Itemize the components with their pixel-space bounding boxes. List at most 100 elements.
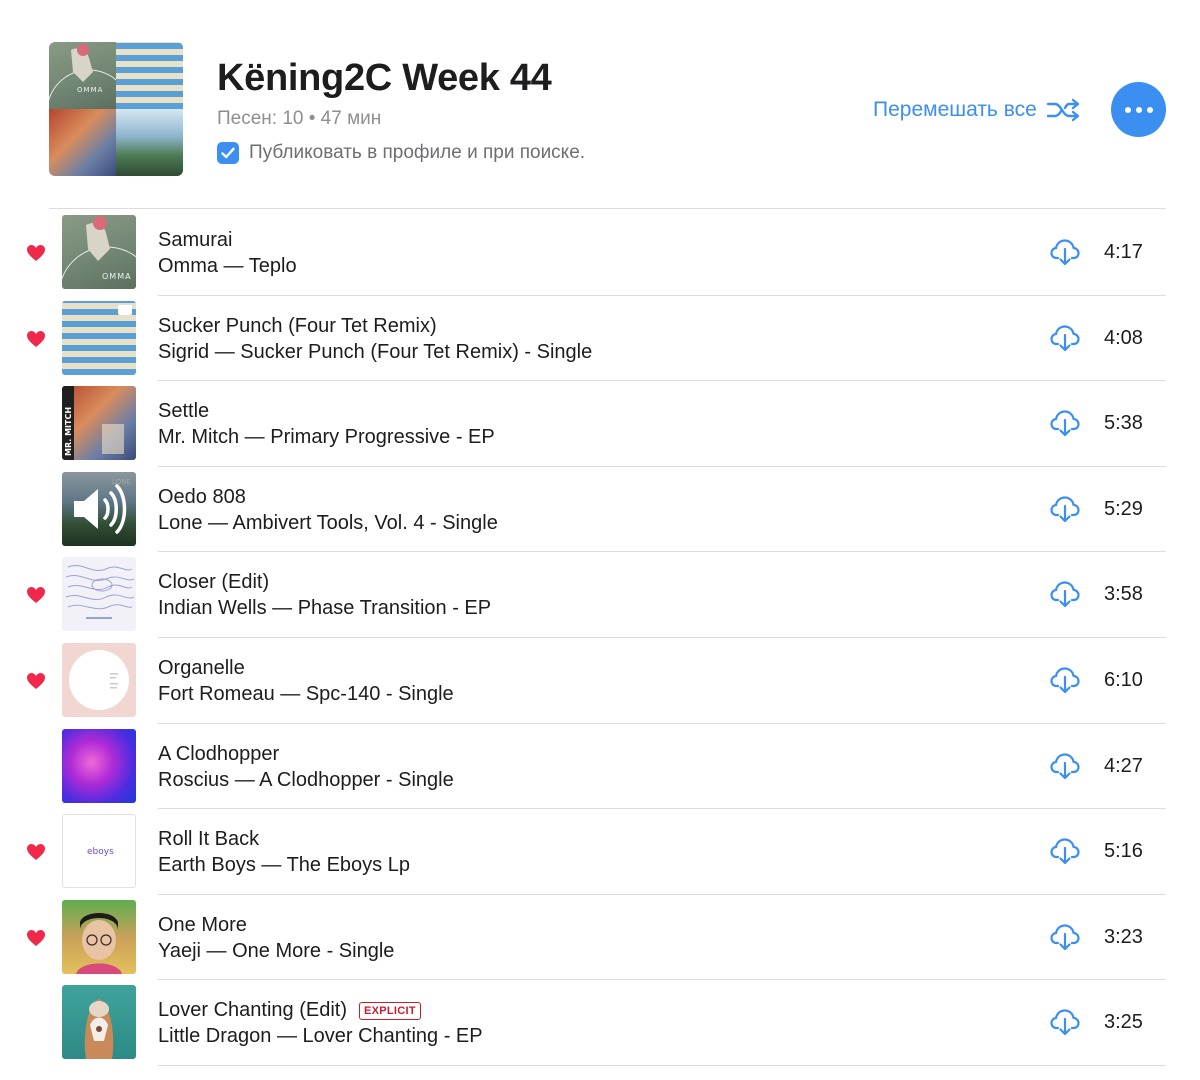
track-artist-album: Omma — Teplo: [158, 255, 297, 277]
ellipsis-dot: [1135, 106, 1142, 113]
download-cloud-icon[interactable]: [1050, 495, 1080, 523]
checkmark-icon: [221, 147, 235, 159]
track-title-text: Settle: [158, 400, 210, 423]
track-row[interactable]: Lover Chanting (Edit) EXPLICIT Little Dr…: [0, 980, 1200, 1066]
more-options-button[interactable]: [1111, 82, 1166, 137]
track-title: Closer (Edit): [158, 571, 269, 594]
track-title-text: Lover Chanting (Edit): [158, 999, 347, 1022]
track-title: Roll It Back: [158, 828, 259, 851]
album-art-roscius: [62, 728, 136, 803]
track-duration: 5:16: [1104, 840, 1143, 863]
loved-heart-icon[interactable]: [26, 586, 46, 604]
track-artist-album: Earth Boys — The Eboys Lp: [158, 854, 410, 877]
track-row[interactable]: OMMA Samurai Omma — Teplo 4:17: [0, 210, 1200, 296]
loved-heart-icon[interactable]: [26, 244, 46, 262]
track-artist-album: Roscius — A Clodhopper - Single: [158, 768, 454, 791]
album-art-earth-boys: eboys: [62, 814, 136, 889]
ellipsis-icon: [1124, 106, 1131, 113]
track-duration: 3:23: [1104, 925, 1143, 948]
track-artist-album: Yaeji — One More - Single: [158, 939, 395, 962]
track-title-text: Closer (Edit): [158, 571, 270, 594]
track-artist-album: Sigrid — Sucker Punch (Four Tet Remix) -…: [158, 340, 593, 363]
header-divider: [49, 208, 1166, 209]
track-title: Organelle: [158, 657, 245, 680]
track-title-text: A Clodhopper: [158, 742, 280, 765]
album-art-omma: OMMA: [62, 215, 136, 289]
track-row[interactable]: One More Yaeji — One More - Single 3:23: [0, 895, 1200, 981]
svg-text:OMMA: OMMA: [77, 86, 103, 94]
download-cloud-icon[interactable]: [1050, 923, 1080, 951]
track-title-text: Organelle: [158, 656, 245, 679]
download-cloud-icon[interactable]: [1050, 409, 1080, 437]
track-artist-album: Little Dragon — Lover Chanting - EP: [158, 1025, 483, 1048]
album-art-indian-wells: [62, 557, 136, 632]
track-title: One More: [158, 914, 247, 937]
track-title: A Clodhopper: [158, 743, 279, 766]
loved-heart-icon[interactable]: [26, 330, 46, 348]
track-duration: 4:08: [1104, 326, 1143, 349]
track-row[interactable]: Closer (Edit) Indian Wells — Phase Trans…: [0, 552, 1200, 638]
svg-text:eboys: eboys: [87, 847, 114, 857]
speaker-playing-icon[interactable]: [62, 472, 136, 546]
track-row[interactable]: A Clodhopper Roscius — A Clodhopper - Si…: [0, 724, 1200, 810]
track-row[interactable]: MR. MITCH Settle Mr. Mitch — Primary Pro…: [0, 381, 1200, 467]
track-artist-album: Lone — Ambivert Tools, Vol. 4 - Single: [158, 511, 498, 534]
publish-toggle[interactable]: Публиковать в профиле и при поиске.: [217, 141, 585, 165]
track-list: OMMA Samurai Omma — Teplo 4:17 Sucker Pu…: [0, 210, 1200, 1066]
svg-text:OMMA: OMMA: [102, 272, 132, 281]
album-art-little-dragon: [62, 985, 136, 1060]
track-duration: 3:25: [1104, 1011, 1143, 1034]
download-cloud-icon[interactable]: [1050, 238, 1080, 266]
download-cloud-icon[interactable]: [1050, 752, 1080, 780]
track-artist-album: Fort Romeau — Spc-140 - Single: [158, 682, 454, 705]
cover-tile-omma: OMMA: [49, 42, 116, 109]
track-title: Settle: [158, 400, 209, 423]
playlist-header: OMMA Këning2C Week 44 Песен: 10 • 47 мин…: [0, 0, 1200, 210]
publish-checkbox[interactable]: [217, 142, 239, 164]
publish-label: Публиковать в профиле и при поиске.: [249, 142, 586, 163]
download-cloud-icon[interactable]: [1050, 666, 1080, 694]
track-title: Sucker Punch (Four Tet Remix): [158, 315, 437, 338]
track-row[interactable]: eboys Roll It Back Earth Boys — The Eboy…: [0, 809, 1200, 895]
cover-tile-lone: [116, 109, 183, 176]
svg-text:MR. MITCH: MR. MITCH: [64, 407, 73, 456]
track-duration: 4:27: [1104, 754, 1143, 777]
playlist-title: Këning2C Week 44: [217, 57, 552, 99]
album-art-sigrid: [62, 300, 136, 375]
download-cloud-icon[interactable]: [1050, 1008, 1080, 1036]
track-duration: 6:10: [1104, 668, 1143, 691]
download-cloud-icon[interactable]: [1050, 837, 1080, 865]
track-title-text: Sucker Punch (Four Tet Remix): [158, 314, 437, 337]
download-cloud-icon[interactable]: [1050, 324, 1080, 352]
download-cloud-icon[interactable]: [1050, 580, 1080, 608]
album-art-yaeji: [62, 899, 136, 974]
shuffle-icon: [1046, 98, 1080, 122]
track-row[interactable]: Organelle Fort Romeau — Spc-140 - Single…: [0, 638, 1200, 724]
shuffle-all-button[interactable]: Перемешать все: [873, 95, 1081, 125]
cover-tile-mitch: [49, 109, 116, 176]
track-row-now-playing[interactable]: LONE Oedo 808 Lone — Ambivert Tools, Vol…: [0, 467, 1200, 553]
track-artist-album: Mr. Mitch — Primary Progressive - EP: [158, 426, 495, 449]
explicit-badge: EXPLICIT: [358, 1001, 421, 1020]
track-title: Samurai: [158, 229, 232, 252]
track-title: Lover Chanting (Edit) EXPLICIT: [158, 999, 421, 1022]
track-duration: 5:38: [1104, 412, 1143, 435]
track-duration: 4:17: [1104, 241, 1143, 263]
album-art-fort-romeau: [62, 642, 136, 717]
playlist-meta: Песен: 10 • 47 мин: [217, 108, 382, 129]
cover-tile-sigrid: [116, 42, 183, 109]
playlist-cover-mosaic: OMMA: [49, 42, 183, 176]
track-title: Oedo 808: [158, 486, 246, 509]
row-divider: [158, 1064, 1166, 1066]
loved-heart-icon[interactable]: [26, 929, 46, 947]
track-title-text: Roll It Back: [158, 828, 260, 851]
track-title-text: Samurai: [158, 229, 233, 251]
loved-heart-icon[interactable]: [26, 672, 46, 690]
track-duration: 5:29: [1104, 497, 1143, 520]
track-title-text: Oedo 808: [158, 485, 246, 508]
track-artist-album: Indian Wells — Phase Transition - EP: [158, 597, 492, 620]
track-row[interactable]: Sucker Punch (Four Tet Remix) Sigrid — S…: [0, 296, 1200, 382]
album-art-mr-mitch: MR. MITCH: [62, 386, 136, 461]
shuffle-all-label: Перемешать все: [873, 98, 1037, 121]
loved-heart-icon[interactable]: [26, 843, 46, 861]
